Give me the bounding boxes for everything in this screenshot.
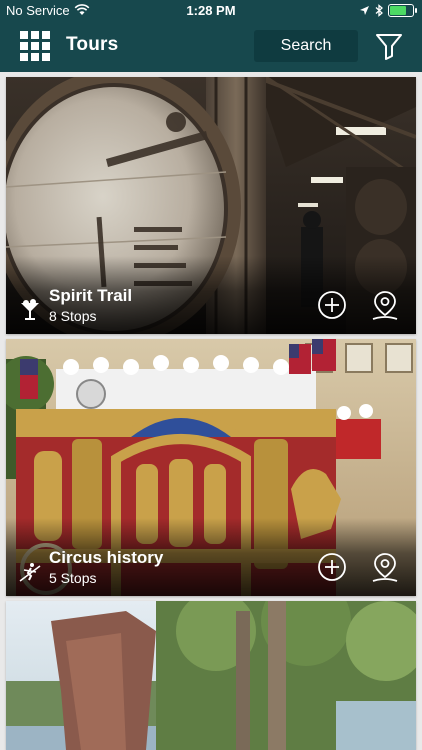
page-title: Tours [66,34,119,55]
tour-title: Spirit Trail [49,286,133,305]
nav-bar: Tours Search [0,22,422,72]
map-pin-icon[interactable] [370,552,400,584]
tour-card-rock-formation[interactable] [6,601,416,750]
tour-card-circus-history[interactable]: Circus history 5 Stops [6,339,416,596]
tour-stops-count: 8 Stops [49,308,97,324]
tightrope-walker-icon [19,563,41,582]
grid-menu-icon[interactable] [20,31,50,61]
location-arrow-icon [360,6,369,15]
search-button[interactable]: Search [254,30,358,62]
status-bar: No Service 1:28 PM [0,0,422,22]
tour-stops-count: 5 Stops [49,570,97,586]
map-pin-icon[interactable] [370,290,400,322]
tour-title: Circus history [49,548,164,567]
tour-card-spirit-trail[interactable]: Spirit Trail 8 Stops [6,77,416,334]
status-icons [359,4,417,17]
cocktail-icon [21,299,39,320]
filter-icon[interactable] [374,31,404,61]
add-circle-icon[interactable] [317,552,347,582]
battery-icon [388,4,417,17]
add-circle-icon[interactable] [317,290,347,320]
bluetooth-icon [375,4,383,17]
tour-photo-rock-formation [6,601,416,750]
